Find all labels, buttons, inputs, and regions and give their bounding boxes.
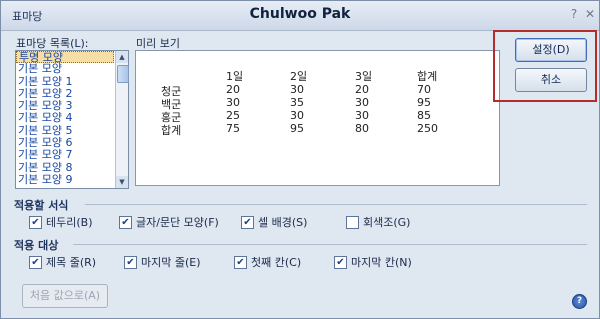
checkbox-label: 회색조(G) [363, 216, 411, 229]
preview-cell: 30 [355, 109, 369, 122]
preview-cell: 30 [226, 96, 240, 109]
preview-cell: 85 [417, 109, 431, 122]
preview-panel: 1일 2일 3일 합계 청군 20 30 20 70 백군 30 35 30 9… [135, 50, 500, 186]
preview-cell: 250 [417, 122, 438, 135]
help-icon[interactable]: ? [572, 294, 587, 309]
checkbox-grayscale[interactable]: 회색조(G) [346, 214, 410, 230]
checkbox-label: 마지막 줄(E) [141, 256, 201, 269]
style-list[interactable]: 투명 모양 기본 모양 기본 모양 1 기본 모양 2 기본 모양 3 기본 모양 4 기본… [15, 50, 129, 189]
preview-label: 미리 보기 [136, 37, 180, 50]
checkbox-box[interactable] [29, 255, 42, 269]
preview-cell: 30 [290, 83, 304, 96]
checkbox-box[interactable] [346, 215, 359, 229]
preview-header: 1일 [226, 70, 244, 83]
preview-cell: 95 [417, 96, 431, 109]
section-divider [85, 204, 587, 205]
checkbox-box[interactable] [234, 255, 247, 269]
checkbox-label: 글자/문단 모양(F) [136, 216, 219, 229]
checkbox-border[interactable]: 테두리(B) [29, 214, 93, 230]
buttons-highlight-box [493, 30, 597, 102]
preview-cell: 35 [290, 96, 304, 109]
checkbox-label: 첫째 칸(C) [251, 256, 302, 269]
checkbox-first-column[interactable]: 첫째 칸(C) [234, 254, 301, 270]
preview-cell: 20 [226, 83, 240, 96]
checkbox-last-row[interactable]: 마지막 줄(E) [124, 254, 201, 270]
close-icon[interactable]: ✕ [583, 7, 597, 21]
checkbox-cell-background[interactable]: 셀 배경(S) [241, 214, 307, 230]
style-list-items: 투명 모양 기본 모양 기본 모양 1 기본 모양 2 기본 모양 3 기본 모양 4 기본… [16, 51, 114, 188]
checkbox-char-para-shape[interactable]: 글자/문단 모양(F) [119, 214, 219, 230]
scroll-down-icon[interactable]: ▼ [116, 176, 128, 188]
list-item[interactable]: 기본 모양 9 [16, 173, 114, 186]
preview-header: 2일 [290, 70, 308, 83]
checkbox-box[interactable] [29, 215, 42, 229]
preview-header: 3일 [355, 70, 373, 83]
section-divider [73, 244, 587, 245]
checkbox-box[interactable] [124, 255, 137, 269]
scroll-thumb[interactable] [117, 65, 129, 83]
preview-cell: 95 [290, 122, 304, 135]
table-style-dialog: 표마당 Chulwoo Pak ? ✕ 표마당 목록(L): 투명 모양 기본 모… [0, 0, 600, 319]
scroll-up-icon[interactable]: ▲ [116, 51, 128, 63]
preview-cell: 80 [355, 122, 369, 135]
preview-cell: 30 [290, 109, 304, 122]
checkbox-label: 테두리(B) [46, 216, 93, 229]
checkbox-box[interactable] [241, 215, 254, 229]
checkbox-label: 셀 배경(S) [258, 216, 308, 229]
preview-cell: 70 [417, 83, 431, 96]
list-scrollbar[interactable]: ▲ ▼ [115, 51, 129, 188]
title-bar: 표마당 Chulwoo Pak ? ✕ [1, 1, 599, 31]
preview-header: 합계 [417, 70, 438, 83]
dialog-title: Chulwoo Pak [249, 6, 351, 22]
checkbox-label: 제목 줄(R) [46, 256, 97, 269]
checkbox-title-row[interactable]: 제목 줄(R) [29, 254, 96, 270]
reset-defaults-button[interactable]: 처음 값으로(A) [22, 284, 108, 308]
preview-cell: 25 [226, 109, 240, 122]
checkbox-last-column[interactable]: 마지막 칸(N) [334, 254, 412, 270]
preview-cell: 20 [355, 83, 369, 96]
apply-format-title: 적용할 서식 [14, 199, 69, 212]
list-item[interactable]: 기본 모양 4 [16, 112, 114, 124]
preview-row-name: 합계 [161, 124, 182, 137]
style-list-label: 표마당 목록(L): [16, 37, 89, 50]
preview-cell: 30 [355, 96, 369, 109]
checkbox-label: 마지막 칸(N) [351, 256, 412, 269]
preview-cell: 75 [226, 122, 240, 135]
checkbox-box[interactable] [334, 255, 347, 269]
list-item[interactable]: 기본 모양 [16, 63, 114, 75]
checkbox-box[interactable] [119, 215, 132, 229]
apply-target-title: 적용 대상 [14, 239, 59, 252]
list-item[interactable]: 기본 모양 7 [16, 149, 114, 161]
help-title-icon[interactable]: ? [567, 7, 581, 21]
